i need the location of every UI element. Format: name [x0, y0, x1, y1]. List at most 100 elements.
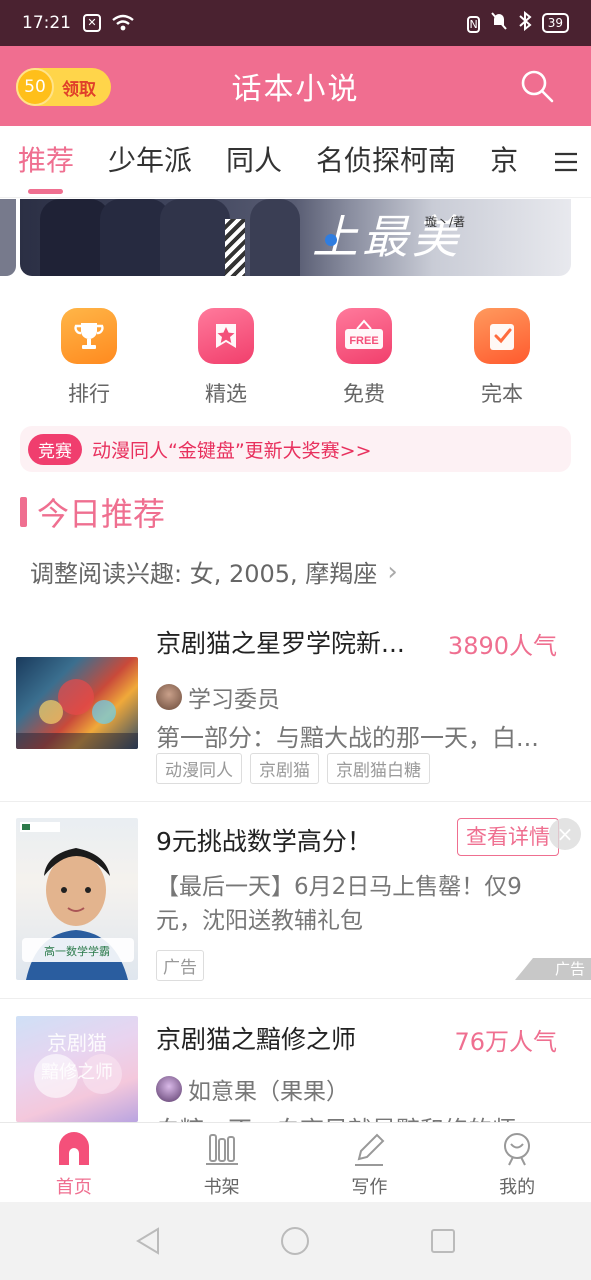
- entry-featured[interactable]: 精选: [176, 308, 276, 408]
- menu-icon: [555, 152, 577, 172]
- svg-text:京剧猫: 京剧猫: [47, 1031, 107, 1055]
- avatar: [156, 684, 182, 710]
- bottom-nav: 首页 书架 写作 我的: [0, 1122, 591, 1202]
- ad-desc: 【最后一天】6月2日马上售罄！仅9元，沈阳送教辅礼包: [156, 874, 522, 934]
- nav-label: 首页: [55, 1177, 92, 1198]
- status-right: N 39: [467, 10, 569, 36]
- nfc-icon: N: [467, 16, 480, 33]
- banner-indicator: [325, 234, 337, 246]
- coin-icon: 50: [16, 68, 54, 106]
- bluetooth-icon: [518, 10, 532, 36]
- divider: [0, 998, 591, 999]
- view-details-button[interactable]: 查看详情: [457, 818, 559, 856]
- close-icon: ×: [556, 822, 574, 846]
- system-nav-bar: [0, 1202, 591, 1280]
- notification-icon: ✕: [83, 14, 101, 32]
- interest-settings-link[interactable]: 调整阅读兴趣: 女, 2005, 摩羯座 ›: [30, 554, 398, 589]
- banner-artwork-text: 上最美: [312, 210, 462, 264]
- status-time: 17:21: [22, 13, 71, 33]
- category-tabs: 推荐 少年派 同人 名侦探柯南 京: [0, 126, 591, 198]
- entry-label: 精选: [205, 382, 247, 406]
- section-title-text: 今日推荐: [37, 495, 166, 533]
- trophy-icon: [61, 308, 117, 364]
- wifi-icon: [111, 14, 135, 32]
- banner-prev-peek[interactable]: [0, 199, 16, 276]
- entry-completed[interactable]: 完本: [452, 308, 552, 408]
- search-icon: [521, 70, 554, 103]
- ad-image: 高一数学学霸: [16, 818, 138, 980]
- status-bar: 17:21 ✕ N 39: [0, 0, 591, 46]
- nav-profile[interactable]: 我的: [443, 1123, 591, 1202]
- book-desc: 第一部分：与黯大战的那一天，白...: [156, 724, 539, 752]
- entry-free[interactable]: FREE 免费: [314, 308, 414, 408]
- checkbox-icon: [474, 308, 530, 364]
- nav-bookshelf[interactable]: 书架: [148, 1123, 296, 1202]
- back-icon[interactable]: [134, 1226, 162, 1256]
- bookshelf-icon: [205, 1134, 238, 1165]
- recents-icon[interactable]: [430, 1228, 456, 1254]
- profile-icon: [504, 1133, 531, 1166]
- book-desc: 白糖，不，白夜风就是黯和修的师: [156, 1110, 576, 1122]
- app-title: 话本小说: [231, 72, 360, 107]
- close-ad-button[interactable]: ×: [549, 818, 581, 850]
- svg-text:黯修之师: 黯修之师: [41, 1062, 113, 1083]
- tab-youth[interactable]: 少年派: [91, 126, 209, 197]
- banner-author: 璇丶/著: [425, 215, 466, 229]
- app-header: 50 领取 话本小说: [0, 46, 591, 126]
- nav-home[interactable]: 首页: [0, 1123, 148, 1202]
- book-popularity: 76万人气: [454, 1028, 557, 1056]
- nav-label: 我的: [499, 1177, 536, 1198]
- ad-tag: 广告: [156, 950, 204, 981]
- entry-label: 免费: [343, 382, 385, 406]
- book-popularity: 3890人气: [447, 632, 557, 660]
- section-accent-bar: [20, 497, 27, 527]
- nav-label: 书架: [203, 1177, 240, 1198]
- author-name: 学习委员: [188, 687, 280, 713]
- tag[interactable]: 京剧猫白糖: [327, 753, 430, 784]
- divider: [0, 801, 591, 802]
- tag[interactable]: 京剧猫: [250, 753, 319, 784]
- ad-title: 9元挑战数学高分！: [156, 827, 372, 856]
- contest-banner[interactable]: 竞赛 动漫同人“金键盘”更新大奖赛>>: [20, 426, 571, 472]
- book-tags: 动漫同人 京剧猫 京剧猫白糖: [156, 753, 430, 784]
- tab-conan[interactable]: 名侦探柯南: [299, 126, 473, 197]
- contest-text: 动漫同人“金键盘”更新大奖赛>>: [92, 439, 372, 462]
- ad-mark-label: 广告: [554, 960, 585, 978]
- promo-banner[interactable]: 上最美 璇丶/著: [20, 199, 571, 276]
- nav-write[interactable]: 写作: [296, 1123, 444, 1202]
- pen-icon: [355, 1133, 385, 1166]
- ad-mark: 广告: [515, 958, 591, 980]
- section-title: 今日推荐: [20, 492, 166, 533]
- home-circle-icon[interactable]: [280, 1226, 310, 1256]
- home-icon: [58, 1132, 89, 1165]
- tabs-menu-button[interactable]: [541, 126, 591, 197]
- tag[interactable]: 动漫同人: [156, 753, 242, 784]
- author-row: 如意果（果果）: [156, 1072, 349, 1106]
- search-button[interactable]: [519, 68, 555, 104]
- book-cover: [16, 657, 138, 749]
- tab-jing[interactable]: 京: [473, 126, 535, 197]
- tab-fanfic[interactable]: 同人: [209, 126, 299, 197]
- quick-entries: 排行 精选 FREE 免费 完本: [0, 308, 591, 408]
- book-title: 京剧猫之黯修之师: [156, 1025, 357, 1054]
- book-title: 京剧猫之星罗学院新...: [156, 629, 405, 658]
- entry-label: 排行: [68, 382, 110, 406]
- interest-text: 调整阅读兴趣: 女, 2005, 摩羯座: [30, 560, 378, 588]
- chevron-right-icon: ›: [387, 556, 398, 587]
- book-cover: 京剧猫 黯修之师: [16, 1016, 138, 1122]
- svg-text:高一数学学霸: 高一数学学霸: [44, 944, 110, 958]
- star-icon: [198, 308, 254, 364]
- author-row: 学习委员: [156, 680, 280, 714]
- mute-icon: [490, 11, 508, 36]
- contest-tag: 竞赛: [28, 433, 82, 465]
- free-tag-icon: FREE: [336, 308, 392, 364]
- claim-label: 领取: [62, 79, 96, 100]
- svg-text:FREE: FREE: [349, 335, 378, 347]
- battery-icon: 39: [541, 13, 569, 33]
- author-name: 如意果（果果）: [188, 1079, 349, 1105]
- entry-label: 完本: [481, 382, 523, 406]
- tab-recommend[interactable]: 推荐: [0, 126, 91, 197]
- entry-ranking[interactable]: 排行: [39, 308, 139, 408]
- avatar: [156, 1076, 182, 1102]
- claim-coins-button[interactable]: 50 领取: [16, 68, 111, 106]
